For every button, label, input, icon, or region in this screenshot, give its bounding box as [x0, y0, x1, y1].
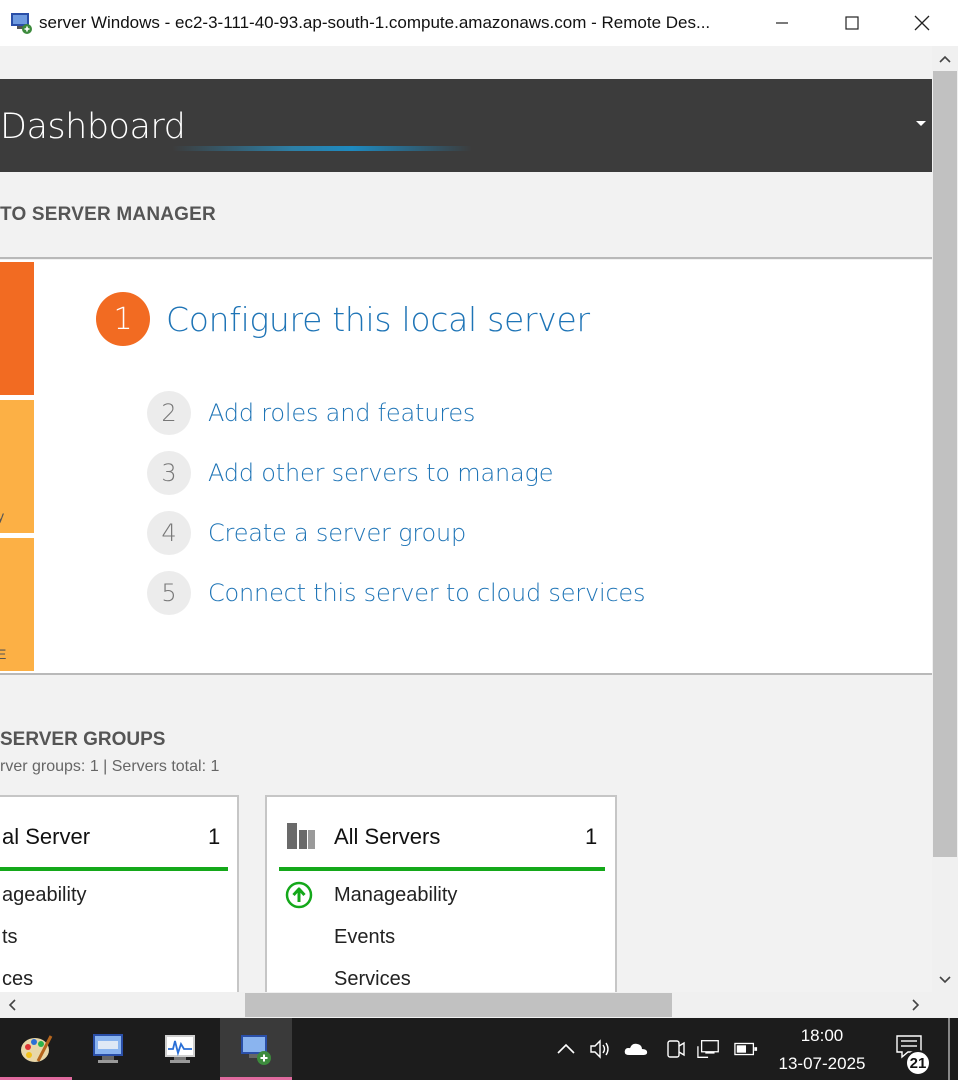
vertical-scroll-thumb[interactable] — [933, 71, 957, 857]
header-accent-line — [172, 146, 472, 151]
card-row-events[interactable]: ts — [2, 926, 18, 949]
maximize-button[interactable] — [817, 0, 887, 46]
remote-desktop-icon — [11, 13, 32, 34]
clock-date: 13-07-2025 — [778, 1054, 866, 1073]
maximize-icon — [845, 16, 859, 30]
volume-button[interactable] — [589, 1037, 613, 1061]
step-number: 2 — [147, 391, 191, 435]
status-up-icon — [285, 881, 313, 909]
tile-label: y — [0, 508, 4, 524]
camera-icon — [667, 1040, 685, 1058]
step-number: 1 — [96, 292, 150, 346]
window-title: server Windows - ec2-3-111-40-93.ap-sout… — [39, 13, 711, 32]
scrollbar-corner — [932, 992, 958, 1018]
remote-desktop-view: Dashboard TO SERVER MANAGER y E 1 Config… — [0, 46, 932, 992]
window-titlebar: server Windows - ec2-3-111-40-93.ap-sout… — [0, 0, 958, 46]
step-number: 4 — [147, 511, 191, 555]
welcome-heading: TO SERVER MANAGER — [0, 204, 216, 225]
chevron-up-icon — [939, 55, 951, 63]
close-icon — [914, 15, 930, 31]
horizontal-scrollbar[interactable] — [0, 992, 932, 1018]
card-row-services[interactable]: ces — [2, 968, 33, 991]
speaker-icon — [590, 1039, 609, 1059]
scroll-up-button[interactable] — [932, 50, 958, 68]
chevron-down-icon[interactable] — [916, 121, 926, 126]
chevron-right-icon — [912, 999, 920, 1011]
minimize-button[interactable] — [747, 0, 817, 46]
show-hidden-icons-button[interactable] — [554, 1037, 578, 1061]
card-title[interactable]: All Servers — [334, 824, 440, 850]
learn-more-tile[interactable]: E — [0, 538, 34, 671]
step-link[interactable]: Configure this local server — [166, 300, 590, 339]
dashboard-header: Dashboard — [0, 79, 932, 172]
remote-desktop-icon — [241, 1035, 271, 1065]
scroll-right-button[interactable] — [906, 992, 926, 1018]
step-link[interactable]: Add other servers to manage — [208, 459, 553, 487]
card-row-manageability[interactable]: ageability — [2, 884, 87, 907]
step-number: 3 — [147, 451, 191, 495]
page-title: Dashboard — [0, 107, 186, 147]
minimize-icon — [776, 22, 788, 24]
whats-new-tile[interactable]: y — [0, 400, 34, 533]
step-number: 5 — [147, 571, 191, 615]
step-add-servers[interactable]: 3 Add other servers to manage — [147, 451, 553, 495]
scroll-down-button[interactable] — [932, 971, 958, 989]
step-add-roles[interactable]: 2 Add roles and features — [147, 391, 475, 435]
meet-now-button[interactable] — [663, 1037, 687, 1061]
divider — [0, 673, 932, 675]
divider — [0, 257, 932, 259]
step-link[interactable]: Add roles and features — [208, 399, 475, 427]
step-create-group[interactable]: 4 Create a server group — [147, 511, 466, 555]
action-center-button[interactable]: 21 — [892, 1033, 932, 1076]
onedrive-button[interactable] — [624, 1037, 648, 1061]
taskbar-onscreen-keyboard[interactable] — [72, 1018, 144, 1080]
keyboard-monitor-icon — [93, 1034, 123, 1063]
battery-icon — [734, 1042, 758, 1056]
taskbar-clock[interactable]: 18:00 13-07-2025 — [768, 1025, 876, 1075]
notification-badge: 21 — [905, 1050, 931, 1076]
step-link[interactable]: Connect this server to cloud services — [208, 579, 646, 607]
clock-time: 18:00 — [800, 1026, 844, 1045]
battery-button[interactable] — [734, 1037, 758, 1061]
tile-label: E — [0, 646, 7, 662]
taskbar: 18:00 13-07-2025 21 — [0, 1018, 958, 1080]
step-link[interactable]: Create a server group — [208, 519, 466, 547]
step-connect-cloud[interactable]: 5 Connect this server to cloud services — [147, 571, 646, 615]
vertical-scrollbar[interactable] — [932, 46, 958, 992]
status-bar — [279, 867, 605, 871]
servers-icon — [287, 823, 315, 849]
card-row-services[interactable]: Services — [334, 968, 411, 991]
server-group-card-all[interactable]: All Servers 1 Manageability Events Servi… — [265, 795, 617, 992]
scroll-left-button[interactable] — [2, 992, 22, 1018]
server-group-card-local[interactable]: al Server 1 ageability ts ces — [0, 795, 239, 992]
card-title[interactable]: al Server — [2, 824, 90, 850]
welcome-panel: y E 1 Configure this local server 2 Add … — [0, 260, 932, 673]
quick-start-tile[interactable] — [0, 262, 34, 395]
card-row-manageability[interactable]: Manageability — [334, 884, 457, 907]
show-desktop-button[interactable] — [948, 1018, 950, 1080]
network-button[interactable] — [697, 1037, 721, 1061]
chevron-down-icon — [939, 976, 951, 984]
card-count: 1 — [208, 824, 221, 849]
card-count: 1 — [585, 824, 598, 849]
close-button[interactable] — [887, 0, 957, 46]
taskbar-paint-app[interactable] — [0, 1018, 72, 1080]
cloud-icon — [624, 1043, 648, 1055]
taskbar-remote-desktop[interactable] — [220, 1018, 292, 1080]
groups-heading: SERVER GROUPS — [0, 729, 166, 750]
performance-monitor-icon — [165, 1035, 195, 1063]
groups-counts: rver groups: 1 | Servers total: 1 — [0, 758, 220, 775]
taskbar-performance-monitor[interactable] — [144, 1018, 216, 1080]
step-configure-local-server[interactable]: 1 Configure this local server — [96, 292, 590, 346]
horizontal-scroll-thumb[interactable] — [245, 993, 672, 1017]
network-icon — [697, 1040, 719, 1058]
paint-palette-icon — [21, 1035, 53, 1062]
chevron-up-icon — [557, 1043, 575, 1054]
chevron-left-icon — [8, 999, 16, 1011]
status-bar — [0, 867, 228, 871]
card-row-events[interactable]: Events — [334, 926, 395, 949]
